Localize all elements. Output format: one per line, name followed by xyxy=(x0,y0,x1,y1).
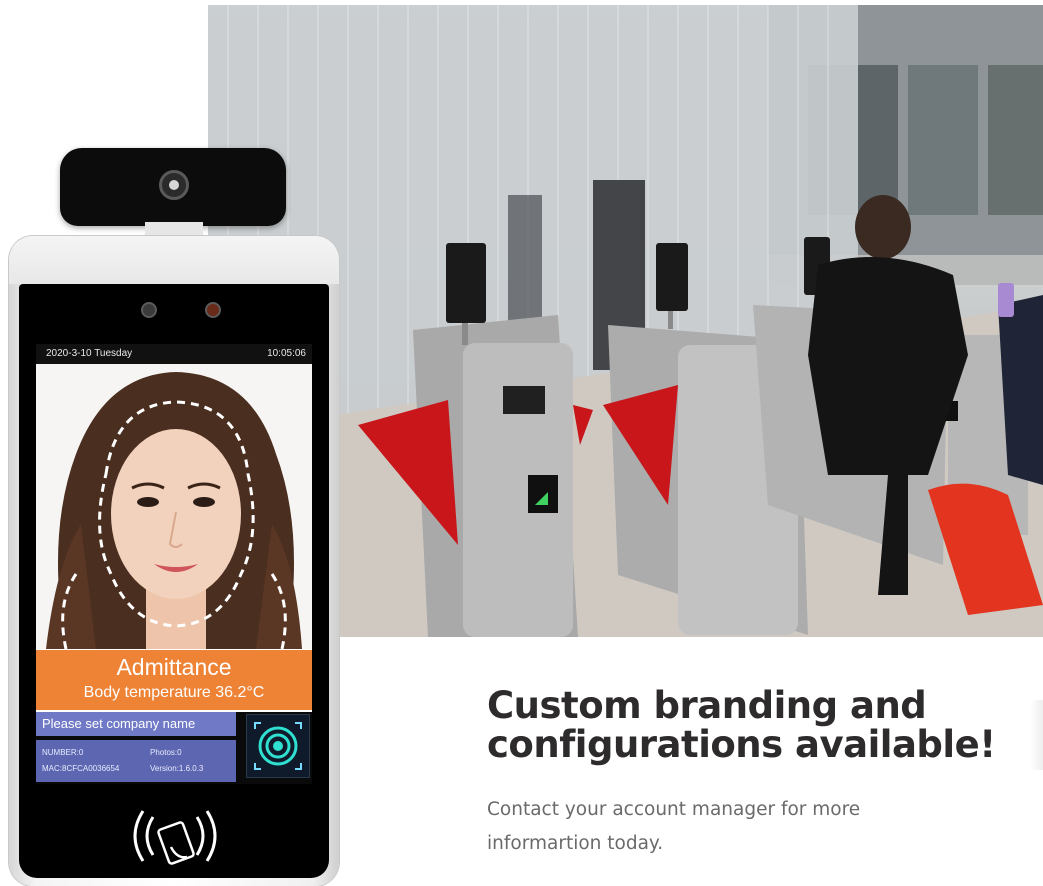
meta-number: NUMBER:0 xyxy=(42,748,84,757)
face-terminal xyxy=(656,243,688,311)
status-date: 2020-3-10 Tuesday xyxy=(46,348,133,359)
face-scan-button[interactable] xyxy=(246,714,310,778)
subtext-line-1: Contact your account manager for more xyxy=(487,799,861,820)
headline-line-2: configurations available! xyxy=(487,723,996,766)
subtext-line-2: informartion today. xyxy=(487,833,664,854)
face-terminal xyxy=(446,243,486,323)
infrared-sensor xyxy=(141,302,157,318)
contactless-reader-icon xyxy=(503,386,545,414)
device-top-bezel xyxy=(9,236,339,284)
face-scan-icon xyxy=(254,722,302,770)
meta-version: Version:1.6.0.3 xyxy=(150,764,204,773)
device-info-panel: Please set company name NUMBER:0 Photos:… xyxy=(36,712,312,784)
headline: Custom branding and configurations avail… xyxy=(487,686,1027,764)
edge-decoration xyxy=(1030,700,1043,770)
contact-subtext: Contact your account manager for more in… xyxy=(487,793,967,861)
headline-line-1: Custom branding and xyxy=(487,684,927,727)
body-temperature: Body temperature 36.2°C xyxy=(83,684,265,701)
status-time: 10:05:06 xyxy=(267,348,306,359)
face-portrait-image xyxy=(36,364,312,650)
person-silhouette xyxy=(508,195,542,335)
entry-arrow-icon xyxy=(528,475,558,513)
status-bar: 2020-3-10 Tuesday 10:05:06 xyxy=(36,344,312,364)
admittance-banner: Admittance Body temperature 36.2°C xyxy=(36,650,312,710)
face-capture-portrait xyxy=(36,364,312,650)
person-head xyxy=(855,195,911,259)
light-sensor xyxy=(205,302,221,318)
admittance-title: Admittance xyxy=(116,654,232,680)
meta-mac: MAC:8CFCA0036654 xyxy=(42,764,120,773)
nfc-card-icon xyxy=(133,810,217,865)
meta-photos: Photos:0 xyxy=(150,748,182,757)
camera-icon xyxy=(159,170,189,200)
nfc-card-reader xyxy=(115,803,235,869)
device-meta: NUMBER:0 Photos:0 MAC:8CFCA0036654 Versi… xyxy=(36,740,236,782)
camera-module xyxy=(60,148,286,226)
company-name-field: Please set company name xyxy=(36,712,236,736)
